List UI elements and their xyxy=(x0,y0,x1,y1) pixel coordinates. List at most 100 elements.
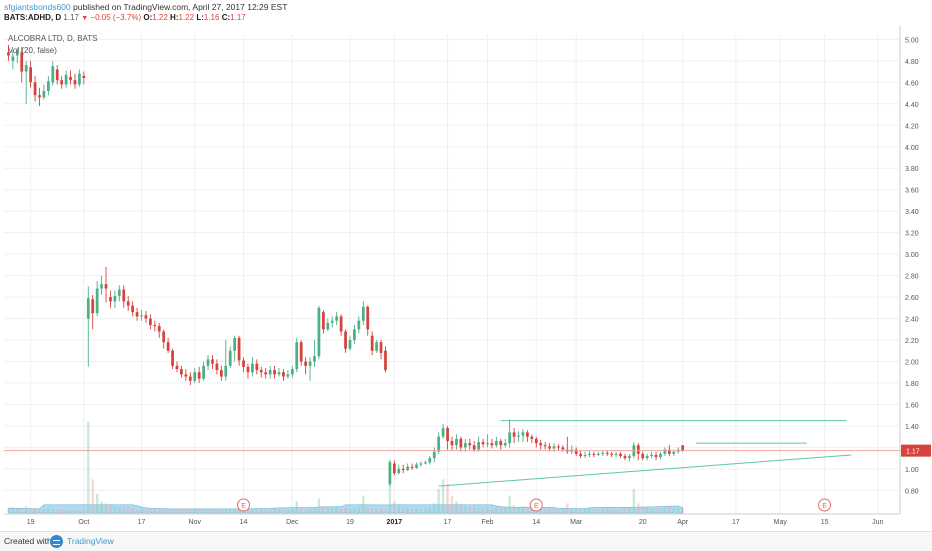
volume-bar xyxy=(20,508,23,513)
volume-bar xyxy=(193,509,196,513)
volume-bar xyxy=(153,509,157,513)
volume-bar xyxy=(118,507,121,513)
last-price: 1.17 xyxy=(63,13,79,22)
price-tick-label: 3.40 xyxy=(905,209,919,216)
author-link[interactable]: sfgiantsbonds600 xyxy=(4,2,71,12)
candle-body xyxy=(601,452,605,454)
volume-bar xyxy=(78,510,81,513)
candle-body xyxy=(517,435,520,437)
candle-body xyxy=(641,453,645,459)
candle-body xyxy=(326,322,330,330)
volume-bar xyxy=(614,509,618,513)
candle-body xyxy=(561,447,565,450)
candle-body xyxy=(614,453,618,455)
volume-bar xyxy=(211,509,214,513)
volume-bar xyxy=(490,508,494,513)
volume-bar xyxy=(508,495,511,513)
candle-body xyxy=(290,369,294,375)
volume-bar xyxy=(317,498,321,513)
trendline[interactable] xyxy=(438,454,852,487)
time-tick-label: Oct xyxy=(78,519,89,526)
earnings-marker-label: E xyxy=(241,503,246,510)
price-axis[interactable]: 0.801.001.201.401.601.802.002.202.402.60… xyxy=(901,37,931,495)
price-tick-label: 1.80 xyxy=(905,381,919,388)
volume-pane: EEE xyxy=(7,421,832,514)
candle-body xyxy=(503,443,507,446)
tradingview-link[interactable]: TradingView xyxy=(67,536,114,546)
volume-bar xyxy=(521,506,525,513)
candle-body xyxy=(109,297,112,302)
candle-body xyxy=(197,372,201,379)
volume-bar xyxy=(379,508,383,513)
candle-body xyxy=(361,306,365,321)
candle-body xyxy=(339,316,343,332)
volume-bar xyxy=(504,508,507,513)
earnings-marker-label: E xyxy=(822,503,827,510)
candle-body xyxy=(605,452,609,454)
candle-body xyxy=(321,312,325,330)
time-tick-label: 17 xyxy=(138,519,146,526)
volume-bar xyxy=(47,508,50,513)
high-value: 1.22 xyxy=(178,13,195,22)
candle-body xyxy=(543,445,547,447)
volume-bar xyxy=(583,509,587,513)
candle-body xyxy=(579,453,583,457)
candle-body xyxy=(286,374,290,377)
candle-body xyxy=(268,370,272,375)
candle-body xyxy=(144,315,148,319)
price-tick-label: 4.20 xyxy=(905,123,919,130)
close-value: 1.17 xyxy=(230,13,246,22)
volume-bar xyxy=(468,507,471,513)
volume-bar xyxy=(645,508,649,513)
volume-indicator-label: Vol (20, false) xyxy=(8,46,57,55)
volume-bar xyxy=(366,507,369,513)
candle-body xyxy=(446,428,449,441)
candle-body xyxy=(95,288,99,314)
volume-bar xyxy=(206,509,210,513)
candle-body xyxy=(259,370,263,373)
candle-body xyxy=(55,69,59,81)
candle-body xyxy=(149,318,152,326)
candle-body xyxy=(308,361,312,366)
candle-body xyxy=(397,468,401,474)
candle-body xyxy=(224,365,228,377)
candle-body xyxy=(11,56,15,61)
symbol-name: BATS:ADHD, D xyxy=(4,13,62,22)
change-value: −0.05 (−3.7%) xyxy=(90,13,142,22)
price-tick-label: 1.60 xyxy=(905,402,919,409)
volume-bar xyxy=(197,508,201,513)
candle-body xyxy=(78,73,81,85)
candle-body xyxy=(131,305,135,313)
candle-body xyxy=(211,359,214,364)
volume-bar xyxy=(397,505,400,513)
volume-bar xyxy=(415,508,418,513)
volume-bar xyxy=(260,509,263,513)
price-tick-label: 3.80 xyxy=(905,166,919,173)
candle-body xyxy=(299,342,303,362)
publish-line: sfgiantsbonds600 published on TradingVie… xyxy=(4,2,287,12)
volume-bar xyxy=(308,508,312,513)
volume-bar xyxy=(641,507,644,513)
price-chart[interactable]: EEE 0.801.001.201.401.601.802.002.202.40… xyxy=(0,26,932,531)
candle-body xyxy=(432,451,436,459)
volume-bar xyxy=(517,507,520,513)
volume-bar xyxy=(419,509,423,513)
candle-body xyxy=(406,466,410,470)
volume-bar xyxy=(268,509,272,513)
volume-bar xyxy=(588,509,591,513)
candle-body xyxy=(472,445,476,450)
candle-body xyxy=(166,342,170,351)
candle-body xyxy=(60,80,64,85)
time-tick-label: 2017 xyxy=(387,519,403,526)
candle-body xyxy=(206,359,210,366)
trendline-layer[interactable] xyxy=(4,420,900,487)
volume-bar xyxy=(175,509,179,513)
candle-body xyxy=(597,453,600,455)
volume-bar xyxy=(224,508,228,513)
candle-body xyxy=(330,320,334,323)
volume-bar xyxy=(331,508,334,513)
price-tick-label: 2.60 xyxy=(905,295,919,302)
time-axis[interactable]: 19 Oct 17 Nov 14 Dec 19 2017 17 Feb 14 Mar 20 Apr 17 Ma… xyxy=(27,519,884,526)
volume-bar xyxy=(579,509,582,513)
volume-bar xyxy=(637,503,640,513)
